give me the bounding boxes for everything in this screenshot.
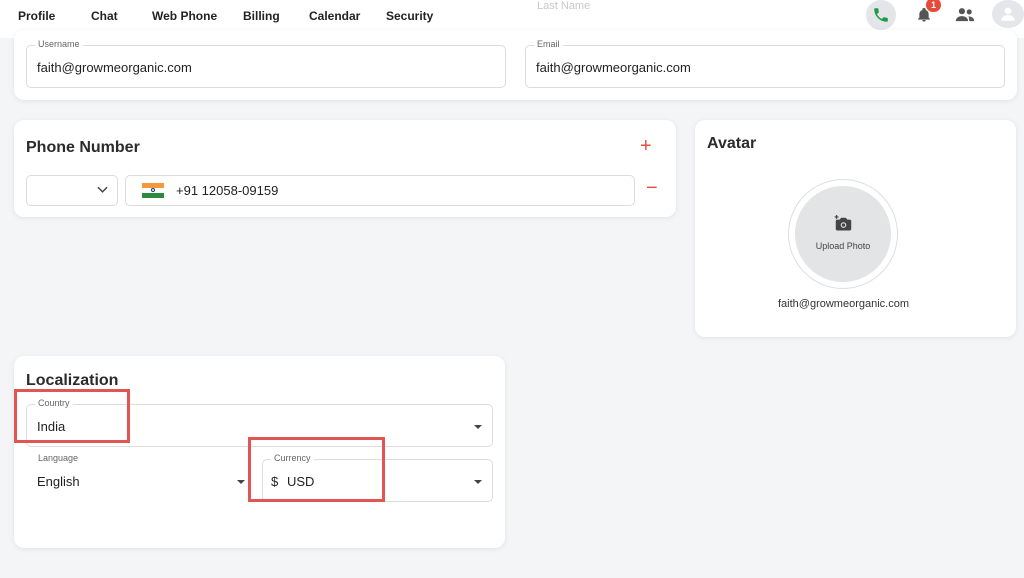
team-button[interactable] — [950, 0, 980, 30]
caret-down-icon — [474, 480, 482, 484]
upload-photo-button[interactable]: Upload Photo — [795, 186, 891, 282]
tab-chat[interactable]: Chat — [91, 0, 118, 34]
tab-web-phone[interactable]: Web Phone — [152, 0, 217, 34]
language-value: English — [37, 474, 80, 489]
upload-photo-label: Upload Photo — [815, 241, 871, 251]
language-select[interactable]: Language English — [26, 453, 250, 502]
users-icon — [955, 8, 975, 22]
language-label: Language — [35, 453, 82, 463]
user-menu-button[interactable] — [992, 0, 1024, 28]
user-avatar-icon — [1001, 7, 1015, 21]
country-highlight-box — [14, 389, 130, 443]
localization-title: Localization — [26, 372, 119, 389]
avatar-email: faith@growmeorganic.com — [778, 298, 909, 310]
username-field[interactable]: Username faith@growmeorganic.com — [26, 39, 506, 88]
account-card: Username faith@growmeorganic.com Email f… — [14, 30, 1017, 100]
caret-down-icon — [474, 425, 482, 429]
tab-security[interactable]: Security — [386, 0, 433, 34]
email-label: Email — [534, 39, 563, 49]
phone-type-select[interactable] — [26, 175, 118, 206]
call-button[interactable] — [866, 0, 896, 30]
india-flag-icon — [142, 183, 164, 198]
add-phone-button[interactable]: + — [640, 135, 652, 157]
ghost-label-last-name: Last Name — [537, 0, 591, 12]
remove-phone-button[interactable]: − — [646, 177, 658, 199]
phone-number-value: +91 12058-09159 — [176, 183, 279, 198]
avatar-card: Avatar Upload Photo faith@growmeorganic.… — [695, 120, 1016, 337]
currency-highlight-box — [248, 437, 385, 502]
email-value: faith@growmeorganic.com — [536, 60, 691, 75]
add-photo-icon — [834, 215, 852, 231]
tab-calendar[interactable]: Calendar — [309, 0, 360, 34]
phone-number-input[interactable]: +91 12058-09159 — [125, 175, 635, 206]
phone-icon — [874, 8, 888, 22]
avatar-title: Avatar — [707, 135, 757, 152]
notification-badge: 1 — [926, 0, 941, 12]
chevron-down-icon — [97, 186, 108, 193]
username-value: faith@growmeorganic.com — [37, 60, 192, 75]
caret-down-icon — [237, 480, 245, 484]
email-field[interactable]: Email faith@growmeorganic.com — [525, 39, 1005, 88]
phone-number-title: Phone Number — [26, 139, 140, 156]
username-label: Username — [35, 39, 83, 49]
tab-billing[interactable]: Billing — [243, 0, 280, 34]
phone-number-card: Phone Number + +91 12058-09159 − — [14, 120, 676, 217]
